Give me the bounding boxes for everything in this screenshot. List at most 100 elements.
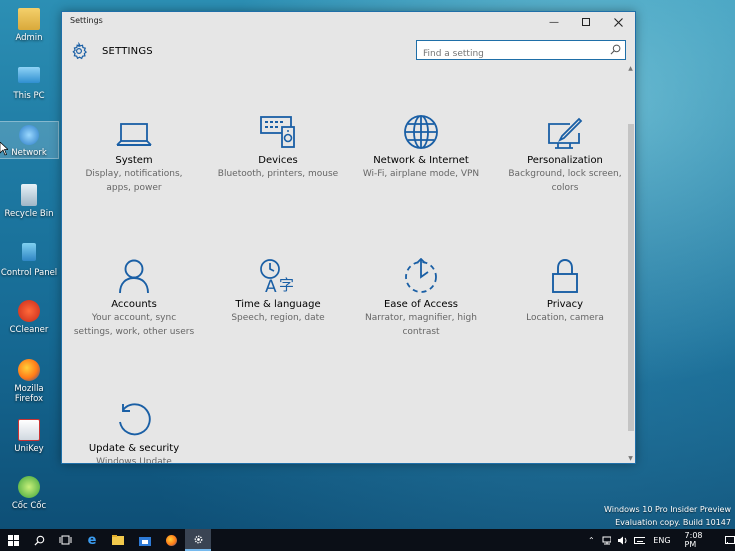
desktop-icon-ccleaner[interactable]: CCleaner	[0, 300, 58, 335]
search-taskbar-button[interactable]	[26, 529, 52, 551]
desktop-icon-label: CCleaner	[9, 325, 49, 335]
search-input[interactable]	[417, 45, 609, 63]
svg-text:字: 字	[279, 276, 294, 294]
laptop-icon	[116, 123, 152, 146]
watermark-line: Evaluation copy. Build 10147	[615, 518, 731, 527]
desktop-icon-label: Admin	[15, 33, 43, 43]
tile-description: Location, camera	[526, 313, 604, 323]
search-box[interactable]	[416, 40, 626, 63]
tile-accounts[interactable]: Accounts Your account, sync settings, wo…	[67, 256, 201, 339]
firefox-icon	[165, 534, 177, 546]
window-title: Settings	[70, 16, 103, 25]
tile-name: Update & security	[88, 443, 180, 454]
notification-icon[interactable]	[725, 535, 735, 545]
folder-icon	[112, 535, 124, 545]
close-icon	[613, 17, 623, 27]
tile-devices[interactable]: Devices Bluetooth, printers, mouse	[211, 112, 345, 181]
tile-name: Devices	[258, 155, 298, 166]
desktop-icon-firefox[interactable]: Mozilla Firefox	[0, 359, 58, 404]
maximize-icon	[582, 18, 590, 26]
tile-description: Speech, region, date	[231, 313, 325, 323]
watermark-line: Windows 10 Pro Insider Preview	[603, 505, 731, 514]
start-button[interactable]	[0, 529, 26, 551]
devices-icon	[260, 116, 295, 148]
taskbar: e ⌃ ENG 7:08 PM	[0, 529, 735, 551]
minimize-button[interactable]: —	[538, 12, 570, 32]
windows-logo-icon	[7, 534, 19, 546]
desktop-icon-label: Cốc Cốc	[11, 501, 47, 511]
tile-privacy[interactable]: Privacy Location, camera	[498, 256, 632, 325]
tile-name: Personalization	[527, 155, 603, 166]
ccleaner-icon	[18, 300, 40, 322]
settings-header: SETTINGS	[70, 41, 153, 61]
desktop-icon-label: Recycle Bin	[4, 209, 54, 219]
person-icon	[119, 259, 149, 294]
tile-name: Network & Internet	[373, 155, 469, 166]
tile-description: Wi-Fi, airplane mode, VPN	[362, 169, 480, 179]
tile-name: Privacy	[546, 299, 584, 310]
desktop-icon-control-panel[interactable]: Control Panel	[0, 243, 58, 278]
store-taskbar-button[interactable]	[132, 529, 158, 551]
tile-name: System	[115, 155, 153, 166]
desktop-icon-admin[interactable]: Admin	[0, 8, 58, 43]
tile-system[interactable]: System Display, notifications, apps, pow…	[67, 112, 201, 195]
desktop-icon-label: This PC	[13, 91, 45, 101]
store-icon	[139, 536, 151, 546]
desktop-icon-recycle-bin[interactable]: Recycle Bin	[0, 184, 58, 219]
ease-of-access-icon	[405, 258, 437, 293]
tile-personalization[interactable]: Personalization Background, lock screen,…	[498, 112, 632, 195]
maximize-button[interactable]	[570, 12, 602, 32]
title-bar[interactable]: Settings —	[62, 12, 635, 32]
clock[interactable]: 7:08 PM	[685, 531, 716, 549]
firefox-taskbar-button[interactable]	[158, 529, 184, 551]
paintbrush-screen-icon	[548, 117, 583, 149]
file-explorer-taskbar-button[interactable]	[105, 529, 131, 551]
gear-icon	[72, 42, 88, 60]
edge-taskbar-button[interactable]: e	[79, 529, 105, 551]
user-folder-icon	[18, 8, 40, 30]
settings-taskbar-button[interactable]	[185, 529, 211, 551]
task-view-button[interactable]	[52, 529, 78, 551]
desktop-icon-this-pc[interactable]: This PC	[0, 67, 58, 101]
volume-icon[interactable]	[617, 536, 628, 545]
tile-description: Narrator, magnifier, high contrast	[365, 313, 477, 337]
scroll-up-icon[interactable]: ▲	[627, 65, 634, 72]
network-globe-icon	[19, 125, 39, 145]
tile-name: Time & language	[235, 299, 321, 310]
unikey-icon	[18, 419, 40, 441]
lock-icon	[552, 259, 578, 293]
coc-coc-icon	[18, 476, 40, 498]
tile-name: Ease of Access	[383, 299, 459, 310]
desktop-icon-label: UniKey	[14, 444, 44, 454]
search-icon[interactable]	[610, 44, 621, 55]
svg-text:A: A	[265, 277, 277, 294]
system-tray: ⌃ ENG 7:08 PM	[588, 529, 735, 551]
close-button[interactable]	[602, 12, 634, 32]
settings-window: Settings — SETTINGS ▲ ▼	[61, 11, 636, 464]
chevron-up-icon[interactable]: ⌃	[588, 536, 595, 545]
tile-ease-of-access[interactable]: Ease of Access Narrator, magnifier, high…	[354, 256, 488, 339]
computer-icon	[18, 67, 40, 83]
tile-name: Accounts	[111, 299, 157, 310]
tile-update-security[interactable]: Update & security Windows Update	[67, 400, 201, 464]
minimize-icon: —	[549, 16, 559, 28]
control-panel-icon	[22, 243, 36, 261]
desktop-icon-label: Control Panel	[0, 268, 58, 278]
tile-description: Bluetooth, printers, mouse	[217, 169, 339, 179]
desktop-icon-network[interactable]: Network	[0, 121, 59, 159]
build-watermark: Windows 10 Pro Insider Preview Evaluatio…	[604, 503, 731, 529]
desktop-icon-label: Mozilla Firefox	[14, 384, 44, 404]
edge-icon: e	[87, 532, 97, 548]
firefox-icon	[18, 359, 40, 381]
language-indicator[interactable]: ENG	[653, 536, 670, 545]
tile-network-internet[interactable]: Network & Internet Wi-Fi, airplane mode,…	[354, 112, 488, 181]
network-icon[interactable]	[602, 536, 612, 545]
tile-time-language[interactable]: A 字 Time & language Speech, region, date	[211, 256, 345, 325]
desktop-icon-coc-coc[interactable]: Cốc Cốc	[0, 476, 58, 511]
scroll-down-icon[interactable]: ▼	[627, 455, 634, 462]
desktop-icon-unikey[interactable]: UniKey	[0, 419, 58, 454]
tile-description: Background, lock screen, colors	[508, 169, 622, 193]
keyboard-icon[interactable]	[633, 536, 646, 545]
task-view-icon	[59, 535, 71, 545]
tile-description: Windows Update	[96, 457, 172, 464]
